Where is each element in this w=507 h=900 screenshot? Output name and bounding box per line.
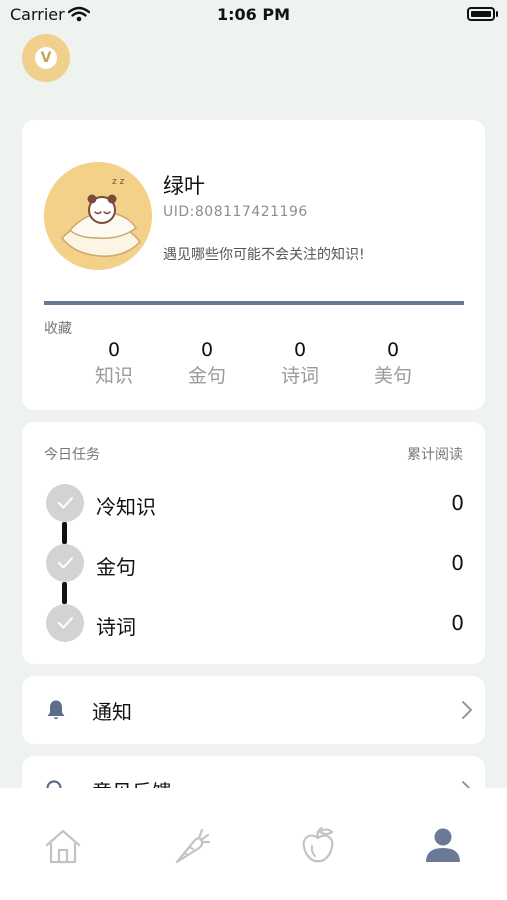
check-icon	[46, 544, 84, 582]
status-bar: Carrier 1:06 PM	[0, 0, 507, 30]
task-row-trivia[interactable]: 冷知识 0	[46, 484, 464, 522]
stat-count: 0	[293, 339, 307, 361]
user-name: 绿叶	[163, 174, 205, 198]
vip-badge[interactable]: V	[22, 34, 70, 82]
task-label: 诗词	[96, 615, 136, 639]
battery-icon	[467, 7, 495, 21]
uid-value: 808117421196	[194, 204, 308, 220]
task-row-quotes[interactable]: 金句 0	[46, 544, 464, 582]
check-icon	[46, 604, 84, 642]
carrot-icon	[175, 828, 211, 864]
chevron-right-icon	[461, 700, 473, 724]
svg-text:z z: z z	[112, 177, 125, 187]
stat-count: 0	[386, 339, 400, 361]
tab-profile[interactable]	[421, 824, 465, 868]
check-icon	[46, 484, 84, 522]
tasks-card: 今日任务 累计阅读 冷知识 0 金句 0 诗词 0	[22, 422, 485, 664]
sleeping-pillow-icon: z z	[61, 177, 141, 257]
avatar[interactable]: z z	[44, 162, 152, 270]
stat-count: 0	[200, 339, 214, 361]
uid-label: UID:	[163, 204, 195, 220]
stat-knowledge[interactable]: 0 知识	[84, 338, 144, 390]
bell-icon	[44, 698, 68, 726]
profile-card: z z 绿叶 UID:808117421196 遇见哪些你可能不会关注的知识! …	[22, 120, 485, 410]
task-count: 0	[451, 551, 464, 575]
task-count: 0	[451, 491, 464, 515]
user-tagline: 遇见哪些你可能不会关注的知识!	[163, 247, 365, 263]
tab-discover[interactable]	[168, 824, 212, 868]
menu-label: 通知	[92, 700, 132, 724]
stat-label: 诗词	[280, 365, 319, 387]
stat-quotes[interactable]: 0 金句	[177, 338, 237, 390]
task-count: 0	[451, 611, 464, 635]
stat-count: 0	[107, 339, 121, 361]
task-connector	[62, 522, 67, 544]
user-uid: UID:808117421196	[163, 204, 308, 220]
stat-label: 知识	[94, 365, 133, 387]
stat-poems[interactable]: 0 诗词	[270, 338, 330, 390]
person-icon	[426, 828, 460, 862]
tab-collection[interactable]	[296, 824, 340, 868]
tasks-title: 今日任务	[44, 447, 100, 463]
favorites-label: 收藏	[44, 321, 72, 337]
fruit-icon	[302, 826, 334, 863]
task-label: 冷知识	[96, 495, 156, 519]
battery-tip	[496, 11, 498, 17]
stat-label: 美句	[373, 365, 412, 387]
task-row-poems[interactable]: 诗词 0	[46, 604, 464, 642]
tab-home[interactable]	[41, 824, 85, 868]
vip-letter: V	[35, 47, 57, 69]
stat-sentences[interactable]: 0 美句	[363, 338, 423, 390]
status-time: 1:06 PM	[216, 5, 290, 24]
profile-divider	[44, 301, 464, 305]
task-connector	[62, 582, 67, 604]
tab-bar	[0, 788, 507, 900]
menu-item-notifications[interactable]: 通知	[22, 676, 485, 744]
home-icon	[45, 829, 81, 864]
reads-title: 累计阅读	[407, 447, 463, 463]
task-label: 金句	[96, 555, 136, 579]
stat-label: 金句	[187, 365, 226, 387]
